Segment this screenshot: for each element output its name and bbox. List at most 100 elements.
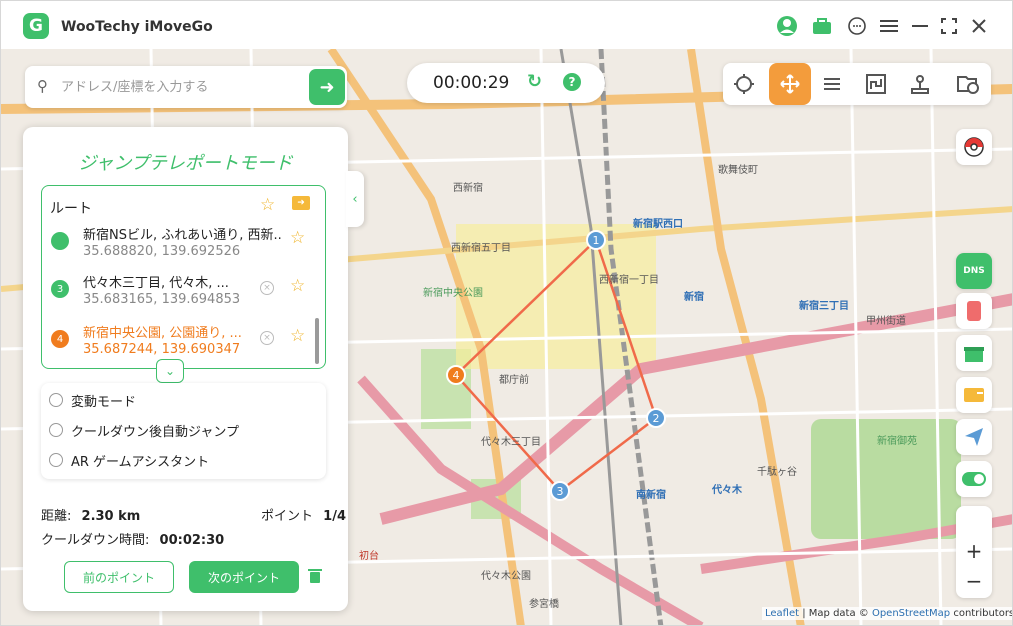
map-label: 新宿駅西口 [633, 219, 683, 230]
stop-name: 新宿中央公園, 公園通り, ... [83, 326, 242, 341]
map-attribution: Leaflet | Map data © OpenStreetMap contr… [762, 607, 1012, 620]
route-marker-2[interactable]: 2 [646, 408, 666, 428]
route-marker-4[interactable]: 4 [446, 365, 466, 385]
favorite-star-icon[interactable]: ☆ [290, 276, 305, 296]
favorite-star-icon[interactable]: ☆ [290, 326, 305, 346]
map-label: 甲州街道 [866, 316, 906, 327]
map-label: 南新宿 [636, 490, 666, 501]
map-label: 新宿御苑 [877, 436, 917, 447]
timer-text: 00:00:29 [433, 73, 510, 93]
map-label: 西新宿 [453, 183, 483, 194]
map-label: 西新宿一丁目 [599, 275, 659, 286]
history-icon[interactable] [947, 63, 989, 105]
avatar-icon[interactable] [776, 15, 798, 37]
stop-name: 代々木三丁目, 代々木, ... [83, 276, 229, 291]
toggle-icon[interactable] [956, 461, 992, 497]
import-folder-icon[interactable]: ➜ [292, 196, 310, 210]
stop-coords: 35.687244, 139.690347 [83, 342, 241, 357]
app-logo-icon: G [23, 13, 49, 39]
import-icon[interactable] [956, 377, 992, 413]
option-ar-assist[interactable]: AR ゲームアシスタント [49, 449, 209, 471]
stop-number-marker: 4 [51, 330, 69, 348]
route-marker-1[interactable]: 1 [586, 230, 606, 250]
route-marker-3[interactable]: 3 [550, 481, 570, 501]
osm-link[interactable]: OpenStreetMap [872, 608, 950, 619]
option-label: 変動モード [71, 394, 137, 410]
route-stop[interactable]: 新宿NSビル, ふれあい通り, 西新... 35.688820, 139.692… [42, 222, 327, 266]
map-label: 千駄ヶ谷 [757, 467, 797, 478]
expand-chevron-icon[interactable]: ⌄ [156, 359, 184, 383]
radio-icon[interactable] [49, 453, 63, 467]
remove-stop-icon[interactable]: × [260, 281, 274, 295]
option-label: AR ゲームアシスタント [71, 454, 210, 470]
option-variable-mode[interactable]: 変動モード [49, 389, 136, 411]
stop-coords: 35.688820, 139.692526 [83, 244, 241, 259]
option-auto-jump[interactable]: クールダウン後自動ジャンプ [49, 419, 239, 441]
help-icon[interactable]: ? [563, 73, 581, 91]
jump-teleport-panel: ジャンプテレポートモード ルート ☆ ➜ 新宿NSビル, ふれあい通り, 西新.… [23, 127, 348, 611]
next-point-button[interactable]: 次のポイント [189, 561, 299, 593]
map-label: 代々木 [712, 485, 742, 496]
map-label: 新宿 [684, 292, 704, 303]
route-scrollbar[interactable] [315, 318, 319, 364]
option-label: クールダウン後自動ジャンプ [71, 424, 239, 440]
zoom-controls: + − [956, 506, 992, 598]
previous-point-button[interactable]: 前のポイント [64, 561, 174, 593]
route-label: ルート [50, 201, 92, 217]
stop-name: 新宿NSビル, ふれあい通り, 西新... [83, 228, 283, 243]
stop-number-marker: 3 [51, 280, 69, 298]
title-bar: G WooTechy iMoveGo [1, 1, 1012, 49]
route-stop[interactable]: 4 新宿中央公園, 公園通り, ... 35.687244, 139.69034… [42, 320, 327, 364]
phone-icon[interactable] [956, 293, 992, 329]
map-label: 新宿三丁目 [799, 301, 849, 312]
map-label: 都庁前 [499, 375, 529, 386]
stop-coords: 35.683165, 139.694853 [83, 292, 241, 307]
radio-icon[interactable] [49, 423, 63, 437]
zoom-out-button[interactable]: − [956, 566, 992, 596]
distance-row: 距離: 2.30 km [41, 509, 141, 524]
search-go-button[interactable]: ➜ [309, 69, 345, 105]
remove-stop-icon[interactable]: × [260, 331, 274, 345]
send-icon[interactable] [956, 419, 992, 455]
options-box: 変動モード クールダウン後自動ジャンプ AR ゲームアシスタント [41, 383, 326, 479]
multi-spot-mode-icon[interactable] [855, 63, 897, 105]
route-list: ルート ☆ ➜ 新宿NSビル, ふれあい通り, 西新... 35.688820,… [41, 185, 326, 369]
map-label: 歌舞伎町 [718, 165, 758, 176]
cooldown-row: クールダウン時間: 00:02:30 [41, 533, 225, 548]
toolbox-icon[interactable] [811, 15, 833, 37]
gift-icon[interactable] [956, 335, 992, 371]
map-label: 新宿中央公園 [423, 288, 483, 299]
close-icon[interactable] [968, 15, 990, 37]
leaflet-link[interactable]: Leaflet [765, 608, 799, 619]
search-bar: ⚲ ➜ [25, 66, 347, 108]
search-icon: ⚲ [37, 77, 48, 95]
map-label: 参宮橋 [529, 599, 559, 610]
panel-title: ジャンプテレポートモード [78, 153, 293, 174]
joystick-mode-icon[interactable] [899, 63, 941, 105]
teleport-mode-icon[interactable] [723, 63, 765, 105]
save-route-star-icon[interactable]: ☆ [260, 195, 275, 215]
radio-icon[interactable] [49, 393, 63, 407]
pokeball-icon[interactable] [956, 129, 992, 165]
jump-teleport-mode-icon[interactable] [769, 63, 811, 105]
minimize-icon[interactable] [909, 15, 931, 37]
mode-toolbar [723, 63, 991, 105]
route-stop[interactable]: 3 代々木三丁目, 代々木, ... 35.683165, 139.694853… [42, 270, 327, 314]
start-pin-icon [51, 232, 69, 250]
menu-icon[interactable] [878, 15, 900, 37]
chat-icon[interactable] [846, 15, 868, 37]
zoom-in-button[interactable]: + [956, 536, 992, 566]
collapse-panel-chevron-icon[interactable]: ‹ [346, 171, 364, 227]
search-input[interactable] [61, 75, 291, 99]
fullscreen-icon[interactable] [938, 15, 960, 37]
favorite-star-icon[interactable]: ☆ [290, 228, 305, 248]
app-window: G WooTechy iMoveGo 西新宿 新宿 南新宿 代々木 新宿御苑 代… [0, 0, 1013, 626]
map-label: 初台 [359, 551, 379, 562]
map-label: 代々木公園 [481, 571, 531, 582]
refresh-icon[interactable]: ↻ [527, 71, 542, 92]
dns-icon[interactable]: DNS [956, 253, 992, 289]
app-title: WooTechy iMoveGo [61, 19, 213, 35]
two-spot-mode-icon[interactable] [811, 63, 853, 105]
point-row: ポイント 1/4 [261, 509, 346, 524]
trash-icon[interactable] [307, 567, 323, 585]
